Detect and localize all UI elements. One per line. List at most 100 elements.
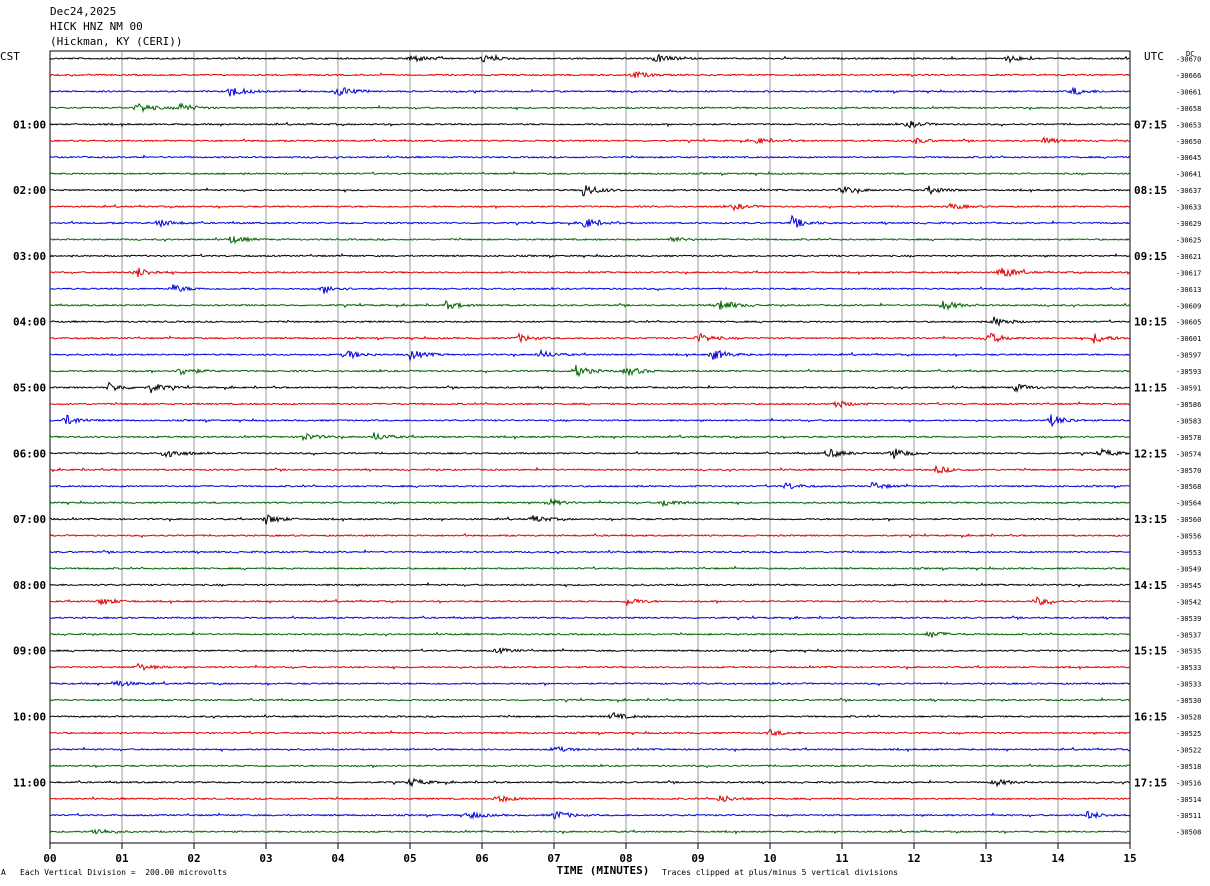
trace-row-29 <box>49 532 1130 539</box>
trace-row-46 <box>49 810 1131 820</box>
left-time-label: 06:00 <box>13 447 46 460</box>
dc-offset-label: -30641 <box>1176 171 1201 179</box>
dc-offset-label: -30542 <box>1176 598 1201 606</box>
dc-offset-label: -30658 <box>1176 105 1201 113</box>
dc-offset-label: -30528 <box>1176 714 1201 722</box>
dc-offset-label: -30539 <box>1176 615 1201 623</box>
dc-offset-label: -30591 <box>1176 385 1201 393</box>
trace-row-26 <box>49 481 1131 490</box>
dc-offset-label: -30613 <box>1176 286 1201 294</box>
trace-row-13 <box>49 267 1131 277</box>
left-time-label: 03:00 <box>13 250 46 263</box>
trace-row-18 <box>50 348 1131 363</box>
trace-row-37 <box>49 662 1131 672</box>
trace-row-45 <box>49 795 1131 803</box>
trace-row-42 <box>49 745 1131 753</box>
dc-offset-label: -30514 <box>1176 796 1201 804</box>
dc-offset-label: -30560 <box>1176 516 1201 524</box>
dc-offset-label: -30666 <box>1176 72 1201 80</box>
dc-offset-label: -30533 <box>1176 681 1201 689</box>
dc-offset-label: -30621 <box>1176 253 1201 261</box>
dc-offset-label: -30570 <box>1176 467 1201 475</box>
left-time-label: 08:00 <box>13 579 46 592</box>
trace-row-39 <box>49 696 1131 703</box>
trace-row-2 <box>49 86 1131 97</box>
trace-row-17 <box>50 331 1131 344</box>
dc-offset-label: -30629 <box>1176 220 1201 228</box>
trace-row-43 <box>49 763 1131 769</box>
x-tick-label: 05 <box>403 852 416 865</box>
x-tick-label: 15 <box>1123 852 1136 865</box>
dc-offset-label: -30583 <box>1176 417 1201 425</box>
dc-offset-label: -30670 <box>1176 56 1201 64</box>
corner-mark: A <box>1 868 6 877</box>
dc-offset-label: -30625 <box>1176 236 1201 244</box>
x-tick-label: 13 <box>979 852 992 865</box>
right-time-label: 14:15 <box>1134 579 1167 592</box>
trace-row-6 <box>49 154 1131 160</box>
left-time-label: 11:00 <box>13 776 46 789</box>
dc-offset-label: -30568 <box>1176 483 1201 491</box>
left-time-label: 01:00 <box>13 118 46 131</box>
right-time-label: 07:15 <box>1134 118 1167 131</box>
dc-offset-label: -30516 <box>1176 779 1201 787</box>
dc-offset-label: -30593 <box>1176 368 1201 376</box>
dc-offset-label: -30653 <box>1176 121 1201 129</box>
dc-offset-label: -30586 <box>1176 401 1201 409</box>
clip-note: Traces clipped at plus/minus 5 vertical … <box>662 868 899 877</box>
trace-row-22 <box>49 414 1131 427</box>
trace-row-3 <box>49 102 1130 114</box>
right-time-label: 11:15 <box>1134 382 1167 395</box>
trace-row-9 <box>49 202 1131 212</box>
trace-row-33 <box>49 596 1131 607</box>
x-tick-label: 11 <box>835 852 849 865</box>
x-tick-label: 02 <box>187 852 200 865</box>
dc-offset-label: -30549 <box>1176 565 1201 573</box>
trace-row-25 <box>50 465 1131 475</box>
trace-row-23 <box>50 432 1131 442</box>
trace-row-44 <box>49 777 1131 788</box>
dc-offset-label: -30661 <box>1176 88 1201 96</box>
trace-row-47 <box>49 828 1131 835</box>
left-time-label: 02:00 <box>13 184 46 197</box>
trace-row-11 <box>49 236 1131 245</box>
trace-row-28 <box>49 514 1131 525</box>
left-time-label: 09:00 <box>13 645 46 658</box>
trace-row-15 <box>49 300 1131 311</box>
dc-offset-label: -30601 <box>1176 335 1201 343</box>
dc-offset-label: -30556 <box>1176 533 1201 541</box>
trace-row-31 <box>49 565 1131 572</box>
dc-offset-label: -30530 <box>1176 697 1201 705</box>
dc-offset-label: -30537 <box>1176 631 1201 639</box>
trace-row-20 <box>49 381 1131 394</box>
trace-row-24 <box>49 447 1131 459</box>
dc-offset-label: -30545 <box>1176 582 1201 590</box>
trace-row-36 <box>50 647 1131 655</box>
dc-offset-label: -30508 <box>1176 829 1201 837</box>
dc-offset-label: -30564 <box>1176 500 1201 508</box>
trace-row-10 <box>49 214 1131 229</box>
dc-offset-label: -30511 <box>1176 812 1201 820</box>
scale-note: Each Vertical Division = 200.00 microvol… <box>20 868 228 877</box>
dc-offset-label: -30605 <box>1176 319 1201 327</box>
dc-offset-label: -30617 <box>1176 269 1201 277</box>
x-tick-label: 01 <box>115 852 129 865</box>
x-axis-label: TIME (MINUTES) <box>557 864 650 877</box>
dc-offset-label: -30574 <box>1176 450 1201 458</box>
left-time-label: 10:00 <box>13 711 46 724</box>
dc-offset-label: -30522 <box>1176 746 1201 754</box>
left-time-label: 04:00 <box>13 316 46 329</box>
trace-row-41 <box>49 728 1131 737</box>
x-tick-label: 12 <box>907 852 920 865</box>
trace-row-27 <box>49 497 1131 508</box>
trace-row-4 <box>49 120 1131 129</box>
dc-offset-label: -30578 <box>1176 434 1201 442</box>
x-tick-label: 03 <box>259 852 272 865</box>
right-time-label: 16:15 <box>1134 711 1167 724</box>
right-time-label: 08:15 <box>1134 184 1167 197</box>
dc-offset-label: -30597 <box>1176 352 1201 360</box>
trace-row-30 <box>49 549 1131 555</box>
trace-row-5 <box>49 136 1131 145</box>
trace-row-8 <box>49 185 1131 197</box>
right-time-label: 17:15 <box>1134 776 1167 789</box>
